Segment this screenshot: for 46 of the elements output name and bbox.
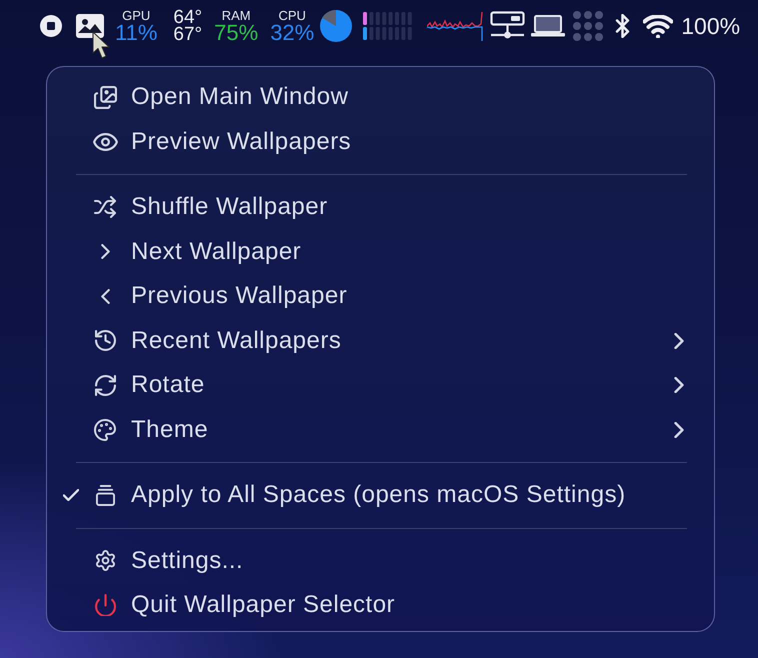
usage-label: GPU (122, 9, 150, 22)
battery-percentage: 100% (681, 14, 740, 38)
laptop-icon (531, 15, 566, 37)
usage-label: RAM (222, 9, 251, 22)
temperature-reading: 64° (173, 9, 202, 26)
power-icon (94, 594, 116, 616)
eye-icon (92, 132, 118, 151)
mouse-pointer-icon (92, 31, 111, 59)
menu-item[interactable]: Recent Wallpapers (47, 318, 714, 363)
menu-item[interactable]: Apply to All Spaces (opens macOS Settings) (47, 473, 714, 518)
refresh-icon (94, 374, 116, 396)
usage-bars-icon (363, 12, 412, 40)
menu-item[interactable]: Quit Wallpaper Selector (47, 583, 714, 628)
menu-item[interactable]: Previous Wallpaper (47, 274, 714, 318)
network-icon (490, 11, 526, 41)
menu-item[interactable]: Open Main Window (47, 75, 714, 120)
history-icon (94, 330, 116, 352)
usage-percentage: 32% (270, 22, 314, 43)
submenu-chevron-icon (674, 377, 684, 394)
dot-grid-icon (573, 11, 604, 41)
submenu-chevron-icon (674, 332, 684, 349)
usage-percentage: 75% (214, 22, 258, 43)
chevron-left-icon (100, 288, 110, 304)
usage-percentage: 11% (115, 22, 158, 43)
shuffle-icon (94, 196, 116, 218)
menu-item[interactable]: Preview Wallpapers (47, 120, 714, 164)
submenu-chevron-icon (674, 422, 684, 438)
photos-icon (94, 86, 116, 109)
stacked-window-icon (96, 484, 114, 506)
palette-icon (94, 418, 116, 441)
stop-icon[interactable] (40, 15, 62, 37)
checkmark-icon (63, 489, 79, 502)
chevron-right-icon (100, 244, 110, 260)
bluetooth-icon[interactable] (615, 14, 630, 38)
wifi-icon[interactable] (643, 14, 674, 38)
temperature-reading: 67° (173, 26, 202, 43)
menu-item[interactable]: Theme (47, 408, 714, 452)
usage-label: CPU (278, 9, 306, 22)
traffic-sparkline (427, 10, 486, 42)
usage-pie-icon (320, 10, 352, 42)
settings-icon (94, 550, 116, 572)
menu-item[interactable]: Next Wallpaper (47, 230, 714, 274)
menu-item[interactable]: Shuffle Wallpaper (47, 185, 714, 230)
menu-item[interactable]: Rotate (47, 363, 714, 408)
image-icon[interactable] (76, 14, 104, 38)
menu-item[interactable]: Settings... (47, 538, 714, 583)
